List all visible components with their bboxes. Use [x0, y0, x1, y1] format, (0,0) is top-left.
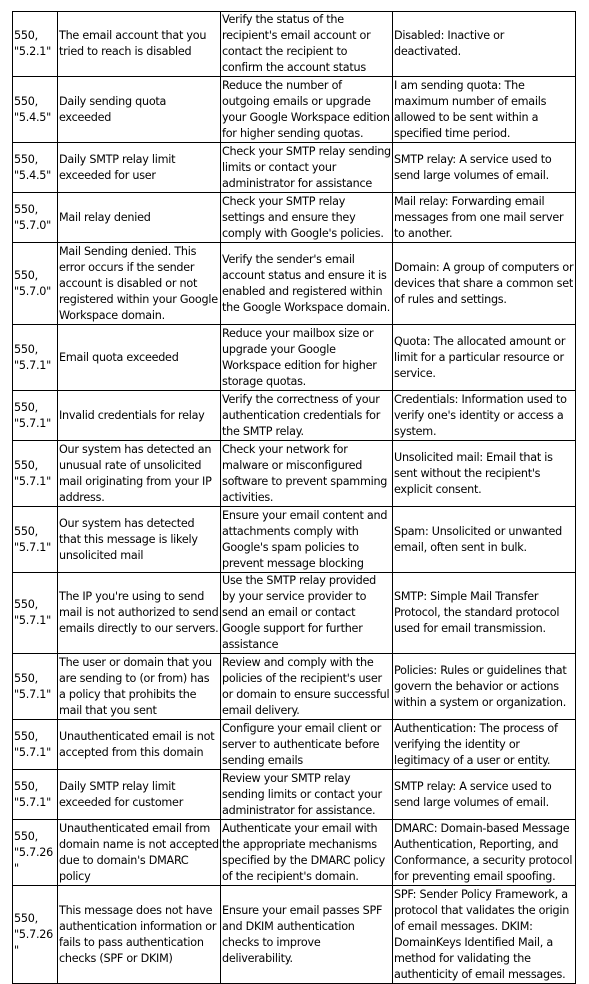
error-description-cell: The IP you're using to send mail is not …	[57, 572, 221, 654]
definition-cell: Credentials: Information used to verify …	[392, 390, 576, 441]
table-row: 550, "5.7.1" Invalid credentials for rel…	[12, 390, 576, 441]
definition-cell: SMTP: Simple Mail Transfer Protocol, the…	[392, 572, 576, 654]
table-row: 550, "5.7.1" Our system has detected tha…	[12, 506, 576, 573]
error-code-cell: 550, "5.4.5"	[12, 76, 58, 143]
error-code-cell: 550, "5.2.1"	[12, 11, 58, 77]
table-row: 550, "5.7.0" Mail relay denied Check you…	[12, 192, 576, 243]
definition-cell: Disabled: Inactive or deactivated.	[392, 11, 576, 77]
error-code-cell: 550, "5.7.1"	[12, 719, 58, 770]
table-row: 550, "5.2.1" The email account that you …	[12, 11, 576, 77]
resolution-cell: Use the SMTP relay provided by your serv…	[220, 572, 393, 654]
resolution-cell: Verify the status of the recipient's ema…	[220, 11, 393, 77]
error-code-cell: 550, "5.7.1"	[12, 769, 58, 820]
error-description-cell: Daily SMTP relay limit exceeded for user	[57, 142, 221, 193]
error-code-cell: 550, "5.7.1"	[12, 506, 58, 573]
table-row: 550, "5.7.26" This message does not have…	[12, 885, 576, 984]
error-code-cell: 550, "5.7.1"	[12, 324, 58, 391]
table-row: 550, "5.7.1" The user or domain that you…	[12, 653, 576, 720]
definition-cell: Unsolicited mail: Email that is sent wit…	[392, 440, 576, 507]
definition-cell: Mail relay: Forwarding email messages fr…	[392, 192, 576, 243]
resolution-cell: Verify the sender's email account status…	[220, 242, 393, 325]
error-code-cell: 550, "5.7.1"	[12, 390, 58, 441]
resolution-cell: Reduce your mailbox size or upgrade your…	[220, 324, 393, 391]
definition-cell: Authentication: The process of verifying…	[392, 719, 576, 770]
error-description-cell: The email account that you tried to reac…	[57, 11, 221, 77]
error-code-cell: 550, "5.7.1"	[12, 572, 58, 654]
table-row: 550, "5.7.1" Unauthenticated email is no…	[12, 719, 576, 770]
resolution-cell: Check your SMTP relay sending limits or …	[220, 142, 393, 193]
resolution-cell: Ensure your email passes SPF and DKIM au…	[220, 885, 393, 984]
error-code-cell: 550, "5.7.26"	[12, 819, 58, 886]
definition-cell: Policies: Rules or guidelines that gover…	[392, 653, 576, 720]
definition-cell: Domain: A group of computers or devices …	[392, 242, 576, 325]
table-row: 550, "5.7.1" Daily SMTP relay limit exce…	[12, 769, 576, 820]
error-description-cell: This message does not have authenticatio…	[57, 885, 221, 984]
definition-cell: SPF: Sender Policy Framework, a protocol…	[392, 885, 576, 984]
resolution-cell: Ensure your email content and attachment…	[220, 506, 393, 573]
table-body: 550, "5.2.1" The email account that you …	[12, 11, 576, 984]
error-description-cell: Invalid credentials for relay	[57, 390, 221, 441]
resolution-cell: Configure your email client or server to…	[220, 719, 393, 770]
error-description-cell: Email quota exceeded	[57, 324, 221, 391]
definition-cell: DMARC: Domain-based Message Authenticati…	[392, 819, 576, 886]
table-row: 550, "5.7.0" Mail Sending denied. This e…	[12, 242, 576, 325]
table-row: 550, "5.4.5" Daily SMTP relay limit exce…	[12, 142, 576, 193]
table-row: 550, "5.7.26" Unauthenticated email from…	[12, 819, 576, 886]
definition-cell: Spam: Unsolicited or unwanted email, oft…	[392, 506, 576, 573]
resolution-cell: Verify the correctness of your authentic…	[220, 390, 393, 441]
error-code-cell: 550, "5.7.1"	[12, 440, 58, 507]
error-description-cell: Unauthenticated email from domain name i…	[57, 819, 221, 886]
error-code-cell: 550, "5.7.0"	[12, 242, 58, 325]
resolution-cell: Check your SMTP relay settings and ensur…	[220, 192, 393, 243]
error-description-cell: Mail relay denied	[57, 192, 221, 243]
resolution-cell: Reduce the number of outgoing emails or …	[220, 76, 393, 143]
resolution-cell: Review your SMTP relay sending limits or…	[220, 769, 393, 820]
error-description-cell: Unauthenticated email is not accepted fr…	[57, 719, 221, 770]
table-row: 550, "5.7.1" Email quota exceeded Reduce…	[12, 324, 576, 391]
error-description-cell: The user or domain that you are sending …	[57, 653, 221, 720]
error-description-cell: Daily SMTP relay limit exceeded for cust…	[57, 769, 221, 820]
error-code-cell: 550, "5.4.5"	[12, 142, 58, 193]
resolution-cell: Check your network for malware or miscon…	[220, 440, 393, 507]
error-description-cell: Our system has detected that this messag…	[57, 506, 221, 573]
definition-cell: Quota: The allocated amount or limit for…	[392, 324, 576, 391]
definition-cell: I am sending quota: The maximum number o…	[392, 76, 576, 143]
smtp-error-table: 550, "5.2.1" The email account that you …	[12, 11, 576, 984]
error-code-cell: 550, "5.7.26"	[12, 885, 58, 984]
error-code-cell: 550, "5.7.0"	[12, 192, 58, 243]
definition-cell: SMTP relay: A service used to send large…	[392, 142, 576, 193]
definition-cell: SMTP relay: A service used to send large…	[392, 769, 576, 820]
error-description-cell: Daily sending quota exceeded	[57, 76, 221, 143]
table-row: 550, "5.7.1" Our system has detected an …	[12, 440, 576, 507]
resolution-cell: Authenticate your email with the appropr…	[220, 819, 393, 886]
resolution-cell: Review and comply with the policies of t…	[220, 653, 393, 720]
table-row: 550, "5.7.1" The IP you're using to send…	[12, 572, 576, 654]
table-row: 550, "5.4.5" Daily sending quota exceede…	[12, 76, 576, 143]
error-code-cell: 550, "5.7.1"	[12, 653, 58, 720]
error-description-cell: Our system has detected an unusual rate …	[57, 440, 221, 507]
error-description-cell: Mail Sending denied. This error occurs i…	[57, 242, 221, 325]
